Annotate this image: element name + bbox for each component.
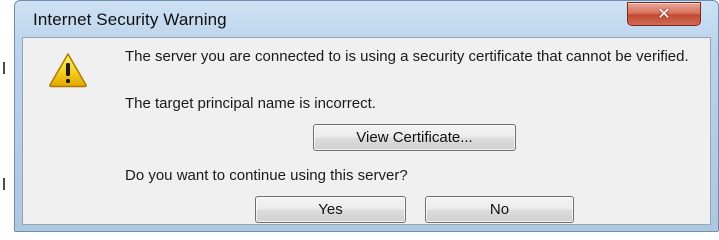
dialog-body: The server you are connected to is using… [22,37,711,225]
certificate-warning-text: The server you are connected to is using… [125,48,689,65]
title-bar[interactable]: Internet Security Warning ✕ [15,1,718,37]
security-warning-dialog: Internet Security Warning ✕ The server y… [14,0,719,232]
close-icon: ✕ [657,4,671,23]
background-page-edge [0,0,14,240]
edge-mark [3,62,5,74]
no-button[interactable]: No [425,196,574,223]
warning-icon [49,53,87,88]
close-button[interactable]: ✕ [627,2,701,26]
principal-name-error-text: The target principal name is incorrect. [125,95,376,112]
background-page-bottom [0,232,719,240]
view-certificate-button[interactable]: View Certificate... [313,124,516,151]
dialog-title: Internet Security Warning [33,10,227,29]
edge-mark [3,178,5,190]
continue-question-text: Do you want to continue using this serve… [125,167,408,184]
yes-button[interactable]: Yes [255,196,406,223]
